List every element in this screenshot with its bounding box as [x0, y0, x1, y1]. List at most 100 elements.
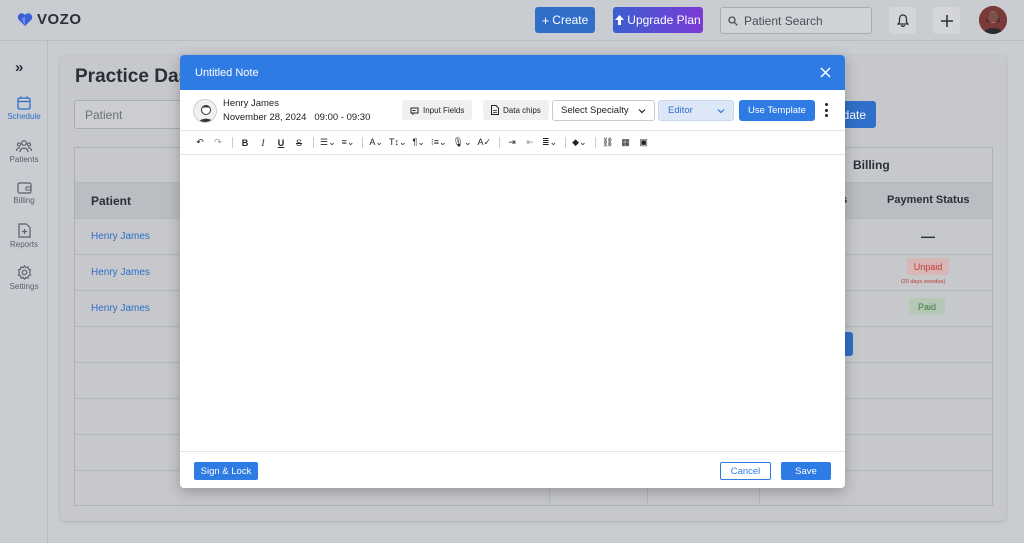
- align-icon[interactable]: ≣⌄: [542, 136, 557, 150]
- logo-text: VOZO: [37, 11, 82, 28]
- sidebar-item-label: Billing: [13, 196, 35, 205]
- sidebar-item-billing[interactable]: Billing: [0, 181, 48, 205]
- modal-header: Untitled Note: [180, 55, 845, 90]
- editor-mode-select[interactable]: Editor: [658, 100, 734, 121]
- page-title: Practice Das: [75, 66, 190, 87]
- search-icon: [728, 15, 738, 26]
- row-action-button[interactable]: [845, 332, 853, 356]
- bold-icon[interactable]: B: [239, 136, 251, 150]
- dashboard-update-label: date: [842, 107, 866, 122]
- numbered-list-icon[interactable]: ≡⌄: [342, 136, 355, 150]
- arrow-up-icon: [615, 15, 625, 25]
- editor-toolbar: ↶ ↷ B I U S ☰⌄ ≡⌄ A⌄ T↕⌄ ¶⌄ ⁝≡⌄ 🎙⌄ A✓ ⇥ …: [180, 130, 845, 155]
- specialty-select[interactable]: Select Specialty: [552, 100, 655, 121]
- italic-icon[interactable]: I: [257, 136, 269, 150]
- line-spacing-icon[interactable]: ⁝≡⌄: [431, 136, 447, 150]
- plus-icon: [940, 14, 953, 27]
- data-chips-button[interactable]: Data chips: [483, 100, 549, 120]
- indent-icon[interactable]: ⇥: [506, 136, 518, 150]
- input-fields-label: Input Fields: [423, 105, 465, 115]
- close-button[interactable]: [818, 65, 832, 79]
- table-icon[interactable]: ▦: [620, 136, 632, 150]
- image-icon[interactable]: ▣: [638, 136, 650, 150]
- more-options-icon[interactable]: [822, 101, 830, 119]
- underline-icon[interactable]: U: [275, 136, 287, 150]
- save-button[interactable]: Save: [781, 462, 831, 480]
- upgrade-plan-button[interactable]: Upgrade Plan: [613, 7, 703, 33]
- wallet-icon: [16, 182, 32, 194]
- input-fields-button[interactable]: Input Fields: [402, 100, 473, 120]
- spellcheck-icon[interactable]: A✓: [478, 136, 492, 150]
- calendar-icon: [17, 96, 31, 110]
- logo[interactable]: VOZO: [17, 11, 82, 28]
- report-icon: [17, 223, 31, 238]
- patient-photo-icon: [194, 100, 216, 122]
- highlight-icon[interactable]: ◆⌄: [572, 136, 586, 150]
- appointment-date: November 28, 2024: [223, 112, 307, 123]
- sidebar-item-reports[interactable]: Reports: [0, 223, 48, 249]
- sidebar-item-settings[interactable]: Settings: [0, 265, 48, 291]
- font-color-icon[interactable]: A⌄: [369, 136, 383, 150]
- use-template-label: Use Template: [748, 105, 806, 116]
- close-icon: [819, 66, 831, 78]
- modal-footer: Sign & Lock Cancel Save: [180, 451, 845, 488]
- expand-sidebar-button[interactable]: »: [15, 59, 23, 76]
- users-icon: [16, 140, 32, 153]
- chevron-down-icon: [717, 109, 725, 114]
- undo-icon[interactable]: ↶: [194, 136, 206, 150]
- sidebar-item-patients[interactable]: Patients: [0, 139, 48, 164]
- patient-link[interactable]: Henry James: [91, 231, 150, 242]
- patient-avatar: [193, 99, 217, 123]
- sidebar-item-label: Reports: [9, 240, 38, 249]
- sidebar-item-label: Schedule: [7, 112, 41, 121]
- overdue-note: (20 days overdue): [901, 279, 946, 285]
- sidebar-item-label: Patients: [9, 155, 39, 164]
- user-photo-icon: [979, 6, 1007, 34]
- create-button[interactable]: + Create: [535, 7, 595, 33]
- appointment-time: 09:00 - 09:30: [314, 112, 371, 123]
- patient-link[interactable]: Henry James: [91, 303, 150, 314]
- editor-mode-value: Editor: [668, 105, 693, 116]
- sidebar: » Schedule Patients Billing Reports Sett…: [0, 41, 48, 543]
- form-field-icon: [410, 107, 419, 115]
- dashboard-patient-placeholder: Patient: [85, 107, 123, 122]
- top-bar: VOZO + Create Upgrade Plan Patient Searc…: [0, 0, 1024, 41]
- patient-search-input[interactable]: Patient Search: [720, 7, 872, 34]
- strikethrough-icon[interactable]: S: [293, 136, 305, 150]
- specialty-value: Select Specialty: [561, 105, 629, 116]
- sign-lock-button[interactable]: Sign & Lock: [194, 462, 258, 480]
- bulleted-list-icon[interactable]: ☰⌄: [320, 136, 336, 150]
- modal-title: Untitled Note: [195, 66, 259, 79]
- note-editor-area[interactable]: [180, 155, 845, 451]
- payment-status-column-header: Payment Status: [887, 194, 970, 206]
- plus-icon: +: [541, 12, 550, 28]
- user-avatar[interactable]: [979, 6, 1007, 34]
- heart-logo-icon: [17, 12, 33, 26]
- paragraph-icon[interactable]: ¶⌄: [413, 136, 425, 150]
- patient-link[interactable]: Henry James: [91, 267, 150, 278]
- upgrade-label: Upgrade Plan: [627, 13, 701, 27]
- status-badge-paid: Paid: [909, 298, 945, 315]
- microphone-icon[interactable]: 🎙⌄: [453, 136, 472, 150]
- add-button[interactable]: [933, 7, 960, 34]
- sidebar-item-schedule[interactable]: Schedule: [0, 96, 48, 121]
- dashboard-patient-input[interactable]: Patient: [74, 100, 194, 129]
- use-template-button[interactable]: Use Template: [739, 100, 815, 121]
- billing-header: Billing: [853, 158, 890, 172]
- cancel-label: Cancel: [730, 465, 761, 477]
- font-size-icon[interactable]: T↕⌄: [389, 136, 407, 150]
- link-icon[interactable]: ⛓: [602, 136, 614, 150]
- sidebar-item-label: Settings: [9, 282, 39, 291]
- data-chips-label: Data chips: [503, 105, 541, 115]
- sign-lock-label: Sign & Lock: [200, 465, 252, 477]
- bell-icon: [896, 14, 909, 27]
- outdent-icon[interactable]: ⇤: [524, 136, 536, 150]
- redo-icon[interactable]: ↷: [212, 136, 224, 150]
- gear-icon: [17, 265, 31, 280]
- search-placeholder: Patient Search: [744, 13, 823, 28]
- create-label: Create: [552, 13, 589, 27]
- chevron-down-icon: [638, 109, 646, 114]
- notifications-button[interactable]: [889, 7, 916, 34]
- patient-name: Henry James: [223, 98, 279, 109]
- cancel-button[interactable]: Cancel: [720, 462, 771, 480]
